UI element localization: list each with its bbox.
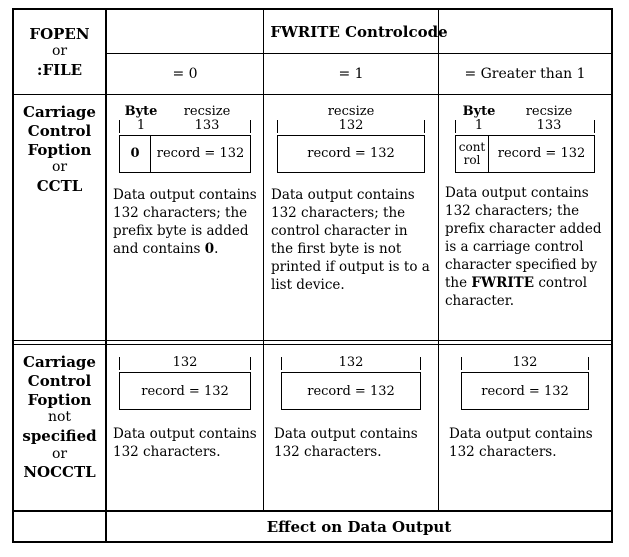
row2-label-line-4: not xyxy=(47,409,72,426)
horizontal-rule-row1-bottom xyxy=(14,340,611,341)
subheader-greater-than-1: = Greater than 1 xyxy=(464,66,586,82)
record-body: record = 132 xyxy=(156,146,245,162)
record-box: record = 132 xyxy=(461,372,589,410)
diagram-value-right: 132 xyxy=(512,355,538,370)
diagram-ticks: 132 xyxy=(119,355,251,370)
cell-description-emphasis: 0 xyxy=(204,240,215,257)
subheader-equals-1: = 1 xyxy=(338,66,364,82)
record-box: record = 132 xyxy=(281,372,421,410)
record-body: record = 132 xyxy=(307,146,395,162)
corner-line-2: or xyxy=(51,43,68,60)
row1-label-line-2: Control xyxy=(27,121,92,140)
row1-label-line-1: Carriage xyxy=(23,103,96,121)
cell-description: Data output contains 132 characters. xyxy=(113,426,257,462)
fwrite-controlcode-table: FOPEN or :FILE FWRITE Controlcode = 0 = … xyxy=(0,0,629,557)
byte-diagram: 132 record = 132 xyxy=(119,355,251,410)
record-body: record = 132 xyxy=(497,146,586,162)
diagram-value-left: 1 xyxy=(474,117,484,133)
header-corner-fopen-file: FOPEN or :FILE xyxy=(14,10,105,94)
cell-description-text: Data output contains 132 characters; the… xyxy=(271,186,430,293)
diagram-ticks: 1 133 xyxy=(119,117,251,133)
cell-description-text: Data output contains 132 characters. xyxy=(274,426,418,460)
row2-label-line-7: NOCCTL xyxy=(23,463,96,481)
row2-label-line-1: Carriage xyxy=(23,353,96,371)
corner-line-1: FOPEN xyxy=(29,25,90,44)
diagram-value-left: 1 xyxy=(136,117,146,133)
cell-description: Data output contains 132 characters; the… xyxy=(445,185,605,311)
record-body: record = 132 xyxy=(141,383,229,399)
diagram-value-right: 132 xyxy=(338,117,364,133)
diagram-value-right: 133 xyxy=(536,117,562,133)
cell-description: Data output contains 132 characters; the… xyxy=(113,187,257,259)
cell-description-tail: . xyxy=(214,240,219,257)
cell-cctl-code1: recsize 132 record = 132 Data output con… xyxy=(264,95,438,340)
subheader-equals-0: = 0 xyxy=(172,66,198,82)
diagram-ticks: 132 xyxy=(461,355,589,370)
cell-cctl-code0: Byte recsize 1 133 0 record = 132 Data o… xyxy=(107,95,263,340)
row1-label-line-4: or xyxy=(51,159,68,176)
record-prefix-byte: 0 xyxy=(120,135,151,172)
diagram-value-right: 132 xyxy=(172,355,198,370)
row1-label-line-3: Foption xyxy=(27,140,92,159)
record-body: record = 132 xyxy=(307,383,395,399)
diagram-ticks: 1 133 xyxy=(455,117,595,133)
cell-description: Data output contains 132 characters; the… xyxy=(271,187,431,295)
byte-diagram: Byte recsize 1 133 control record = 132 xyxy=(455,104,595,173)
diagram-value-right: 133 xyxy=(194,117,220,133)
cell-description-text: Data output contains 132 characters. xyxy=(113,426,257,460)
byte-diagram: 132 record = 132 xyxy=(461,355,589,410)
table-frame: FOPEN or :FILE FWRITE Controlcode = 0 = … xyxy=(12,8,613,543)
cell-description-text: Data output contains 132 characters. xyxy=(449,426,593,460)
row2-label-line-3: Foption xyxy=(27,390,92,409)
row2-label-line-2: Control xyxy=(27,371,92,390)
row-label-nocctl: Carriage Control Foption not specified o… xyxy=(14,353,105,482)
cell-nocctl-code0: 132 record = 132 Data output contains 13… xyxy=(107,345,263,510)
corner-line-3: :FILE xyxy=(36,60,83,79)
record-box: control record = 132 xyxy=(455,134,595,173)
cell-nocctl-code1: 132 record = 132 Data output contains 13… xyxy=(264,345,438,510)
diagram-ticks: 132 xyxy=(281,355,421,370)
row2-label-line-6: or xyxy=(51,445,68,462)
byte-diagram: recsize 132 record = 132 xyxy=(277,104,425,173)
record-body: record = 132 xyxy=(481,383,569,399)
cell-description-text: Data output contains 132 characters; the… xyxy=(113,186,257,257)
diagram-value-right: 132 xyxy=(338,355,364,370)
cell-description: Data output contains 132 characters. xyxy=(274,426,428,462)
header-controlcode-title: FWRITE Controlcode xyxy=(270,22,448,41)
byte-diagram: Byte recsize 1 133 0 record = 132 xyxy=(119,104,251,173)
row2-label-line-5: specified xyxy=(22,426,97,445)
footer-effect-on-data-output: Effect on Data Output xyxy=(266,517,452,536)
record-box: record = 132 xyxy=(277,134,425,173)
record-box: 0 record = 132 xyxy=(119,134,251,173)
diagram-ticks: 132 xyxy=(277,117,425,133)
cell-cctl-code-greater: Byte recsize 1 133 control record = 132 xyxy=(439,95,611,340)
record-prefix-control: control xyxy=(456,135,489,172)
cell-description: Data output contains 132 characters. xyxy=(449,426,601,462)
cell-nocctl-code-greater: 132 record = 132 Data output contains 13… xyxy=(439,345,611,510)
cell-description-emphasis: FWRITE xyxy=(471,274,535,291)
row1-label-line-5: CCTL xyxy=(36,176,83,195)
byte-diagram: 132 record = 132 xyxy=(281,355,421,410)
row-label-cctl: Carriage Control Foption or CCTL xyxy=(14,103,105,196)
record-box: record = 132 xyxy=(119,372,251,410)
